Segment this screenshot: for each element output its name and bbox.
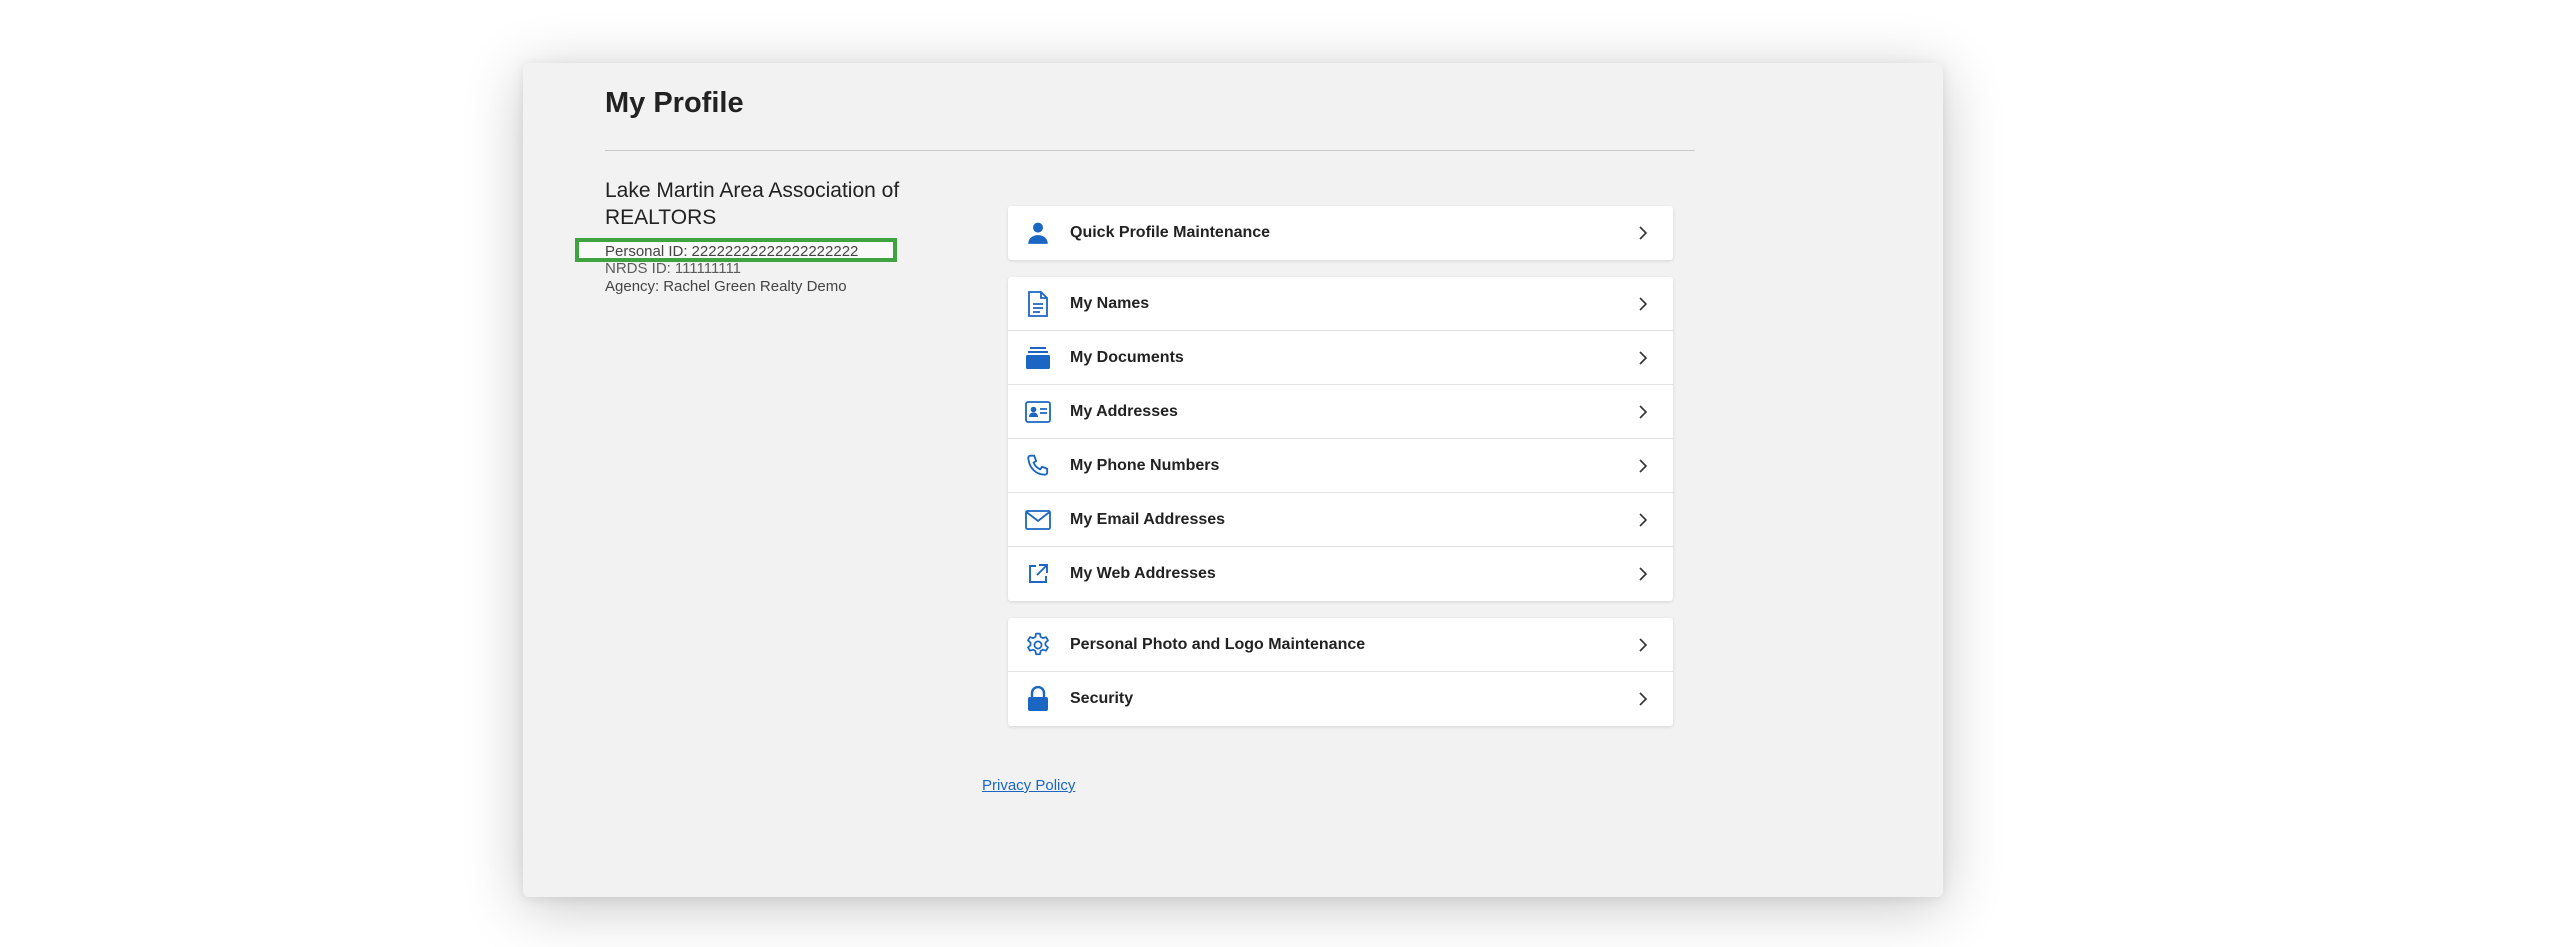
menu-item-my-email-addresses[interactable]: My Email Addresses	[1008, 493, 1673, 547]
title-divider	[605, 150, 1695, 151]
nrds-id-label: NRDS ID:	[605, 260, 671, 277]
chevron-right-icon	[1639, 692, 1648, 706]
profile-menu: Quick Profile Maintenance My Names My Do…	[1008, 206, 1673, 743]
chevron-right-icon	[1639, 296, 1648, 311]
folder-stack-icon	[1024, 344, 1052, 372]
menu-item-label: My Names	[1070, 294, 1150, 312]
contact-card-icon	[1024, 398, 1052, 426]
menu-item-my-phone-numbers[interactable]: My Phone Numbers	[1008, 439, 1673, 493]
chevron-right-icon	[1639, 226, 1648, 240]
page-title: My Profile	[605, 87, 744, 119]
personal-id-label: Personal ID:	[605, 243, 688, 260]
chevron-right-icon	[1639, 567, 1648, 581]
agency: Agency: Rachel Green Realty Demo	[605, 278, 935, 296]
nrds-id: NRDS ID: 111111111	[605, 260, 935, 278]
menu-item-label: My Email Addresses	[1070, 510, 1226, 528]
menu-item-photo-logo-maintenance[interactable]: Personal Photo and Logo Maintenance	[1008, 618, 1673, 672]
chevron-right-icon	[1639, 637, 1648, 652]
personal-id: Personal ID: 22222222222222222222	[605, 243, 935, 261]
menu-item-label: My Phone Numbers	[1070, 456, 1220, 474]
menu-group-settings: Personal Photo and Logo Maintenance Secu…	[1008, 618, 1673, 726]
menu-item-security[interactable]: Security	[1008, 672, 1673, 726]
menu-group-contact: My Names My Documents My Addresses My Ph…	[1008, 277, 1673, 601]
document-icon	[1024, 290, 1052, 318]
agency-value: Rachel Green Realty Demo	[663, 278, 847, 295]
menu-item-my-documents[interactable]: My Documents	[1008, 331, 1673, 385]
menu-item-label: Personal Photo and Logo Maintenance	[1070, 635, 1366, 653]
nrds-id-value: 111111111	[674, 260, 742, 277]
phone-icon	[1024, 452, 1052, 480]
person-icon	[1024, 219, 1052, 247]
menu-item-label: Quick Profile Maintenance	[1070, 224, 1271, 241]
menu-item-label: My Documents	[1070, 348, 1184, 366]
menu-item-label: My Web Addresses	[1070, 565, 1216, 582]
menu-item-label: Security	[1070, 690, 1134, 707]
personal-id-value: 22222222222222222222	[691, 243, 859, 260]
organization-name: Lake Martin Area Association of REALTORS	[605, 179, 900, 229]
chevron-right-icon	[1639, 458, 1648, 473]
chevron-right-icon	[1639, 350, 1648, 365]
external-link-icon	[1024, 560, 1052, 588]
profile-details: Personal ID: 22222222222222222222 NRDS ID…	[575, 238, 935, 296]
chevron-right-icon	[1639, 404, 1648, 419]
gear-icon	[1024, 631, 1052, 659]
envelope-icon	[1024, 506, 1052, 534]
menu-item-my-names[interactable]: My Names	[1008, 277, 1673, 331]
menu-item-my-addresses[interactable]: My Addresses	[1008, 385, 1673, 439]
agency-label: Agency:	[605, 278, 660, 295]
privacy-policy-link[interactable]: Privacy Policy	[982, 777, 1075, 794]
menu-item-label: My Addresses	[1070, 402, 1178, 420]
menu-item-my-web-addresses[interactable]: My Web Addresses	[1008, 547, 1673, 601]
profile-summary: Lake Martin Area Association of REALTORS…	[575, 177, 935, 296]
menu-group-quick: Quick Profile Maintenance	[1008, 206, 1673, 260]
chevron-right-icon	[1639, 512, 1648, 527]
profile-window: My Profile Lake Martin Area Association …	[523, 63, 1943, 897]
lock-icon	[1024, 685, 1052, 713]
menu-item-quick-profile-maintenance[interactable]: Quick Profile Maintenance	[1008, 206, 1673, 260]
